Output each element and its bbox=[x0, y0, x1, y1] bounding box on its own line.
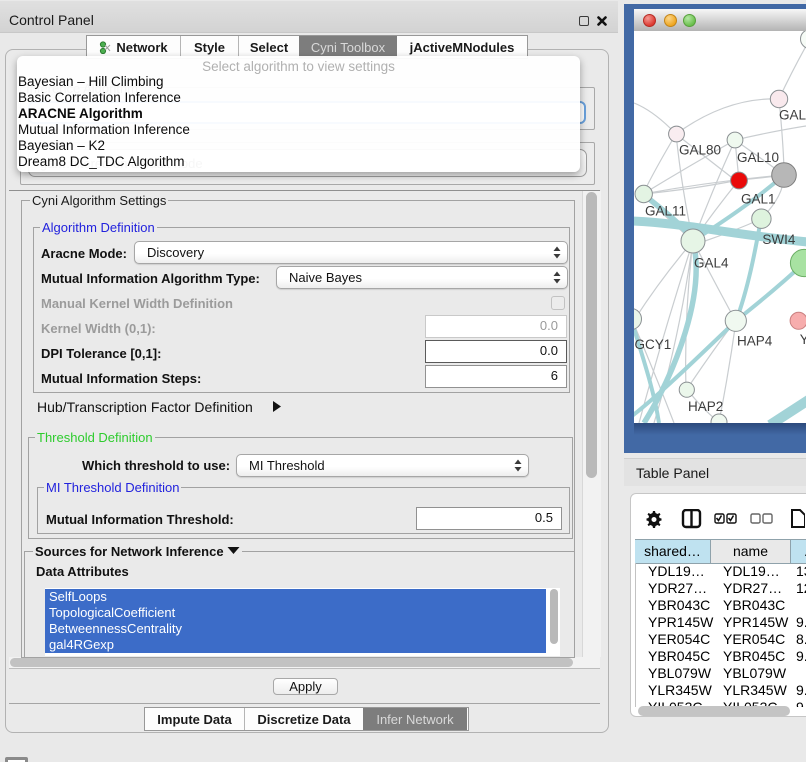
svg-text:HAP2: HAP2 bbox=[688, 399, 723, 414]
svg-text:SWI4: SWI4 bbox=[762, 232, 795, 247]
svg-text:GAL80: GAL80 bbox=[679, 143, 721, 158]
svg-text:GAL4: GAL4 bbox=[694, 256, 729, 271]
svg-text:GCY1: GCY1 bbox=[635, 337, 672, 352]
svg-text:GAL11: GAL11 bbox=[645, 204, 686, 219]
svg-text:GAL1: GAL1 bbox=[741, 192, 776, 207]
svg-text:GAL2: GAL2 bbox=[779, 108, 806, 123]
svg-text:Y: Y bbox=[800, 332, 806, 347]
svg-text:GAL10: GAL10 bbox=[737, 150, 779, 165]
svg-text:HAP4: HAP4 bbox=[737, 334, 773, 349]
